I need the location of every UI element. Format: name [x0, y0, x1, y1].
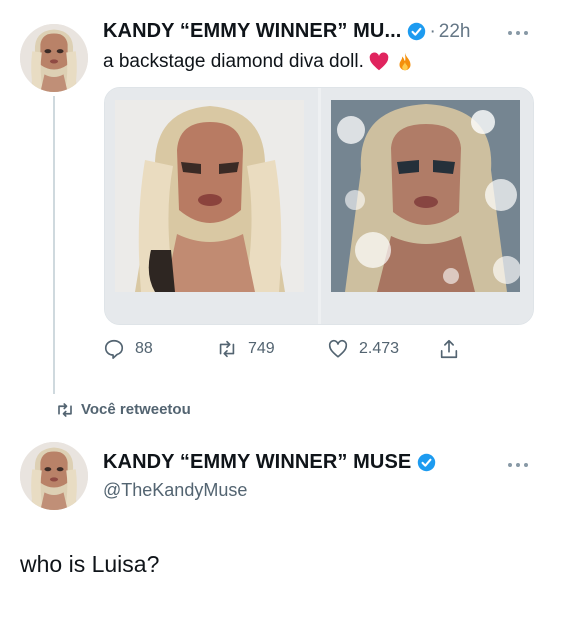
reply-count: 88 [135, 340, 153, 357]
tweet-body: a backstage diamond diva doll. [103, 51, 416, 73]
tweet-header: KANDY “EMMY WINNER” MU... · 22h [103, 20, 470, 43]
polaroid-frame-2 [321, 88, 533, 324]
fire-emoji-icon [399, 52, 411, 71]
retweet-icon [219, 340, 235, 358]
retweet-small-icon [58, 402, 72, 417]
retweet-notice: Você retweetou [56, 401, 191, 418]
profile-avatar[interactable] [20, 442, 88, 510]
reply-button[interactable]: 88 [103, 338, 153, 360]
photo-1[interactable] [115, 100, 304, 292]
avatar-image [20, 24, 88, 92]
verified-badge-icon [408, 22, 426, 41]
author-name[interactable]: KANDY “EMMY WINNER” MU... [103, 20, 401, 43]
more-options-icon[interactable] [507, 462, 529, 468]
portrait-image-1 [115, 100, 304, 292]
heart-emoji-icon [369, 52, 389, 71]
tweet-time[interactable]: 22h [439, 21, 471, 43]
more-options-icon[interactable] [507, 30, 529, 36]
comment-text: who is Luisa? [20, 551, 160, 577]
share-button[interactable] [438, 338, 470, 360]
separator-dot: · [429, 20, 436, 42]
thread-line [53, 96, 55, 394]
profile-handle[interactable]: @TheKandyMuse [103, 480, 247, 501]
avatar-image [20, 442, 88, 510]
tweet-text: a backstage diamond diva doll. [103, 51, 364, 72]
portrait-image-2 [331, 100, 520, 292]
retweet-notice-text: Você retweetou [81, 401, 191, 418]
like-button[interactable]: 2.473 [327, 338, 399, 360]
retweet-button[interactable]: 749 [216, 338, 275, 360]
share-icon [440, 339, 458, 359]
like-icon [328, 339, 348, 358]
like-count: 2.473 [359, 340, 400, 357]
author-avatar[interactable] [20, 24, 88, 92]
profile-name[interactable]: KANDY “EMMY WINNER” MUSE [103, 451, 411, 474]
photo-2[interactable] [331, 100, 520, 292]
polaroid-frame-1 [105, 88, 318, 324]
media-card[interactable] [104, 87, 534, 325]
reply-icon [104, 339, 124, 359]
retweet-count: 749 [248, 340, 275, 357]
profile-header: KANDY “EMMY WINNER” MUSE [103, 451, 436, 474]
verified-badge-icon [418, 453, 436, 472]
